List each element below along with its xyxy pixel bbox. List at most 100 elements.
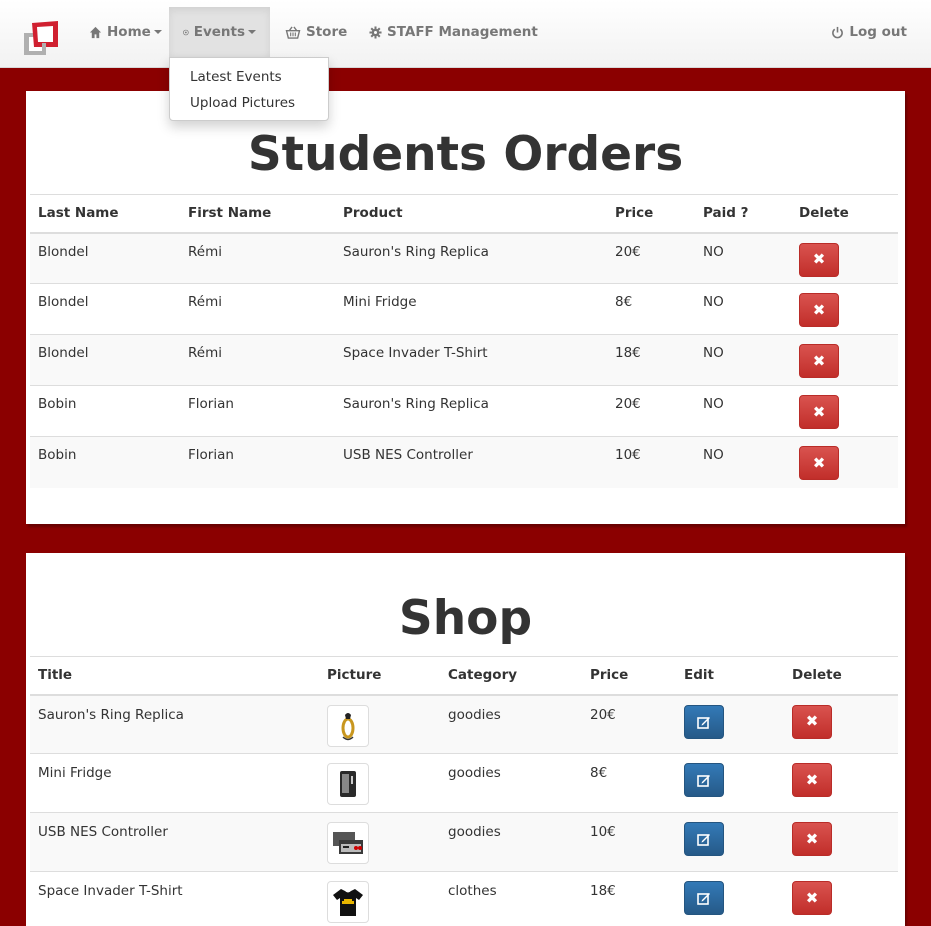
nav-home-label: Home <box>107 24 151 40</box>
shop-table: Title Picture Category Price Edit Delete… <box>30 656 898 926</box>
shop-header-row: Title Picture Category Price Edit Delete <box>30 656 898 696</box>
power-icon <box>832 26 844 38</box>
caret-down-icon <box>153 30 162 34</box>
cell-title: USB NES Controller <box>30 812 319 872</box>
cell-price: 8€ <box>582 753 676 813</box>
tshirt-picture[interactable] <box>327 881 369 923</box>
controller-picture[interactable] <box>327 822 369 864</box>
cell-last-name: Bobin <box>30 385 180 437</box>
edit-icon <box>697 775 710 787</box>
cell-price: 20€ <box>582 694 676 754</box>
edit-icon <box>697 834 710 846</box>
delete-button[interactable]: ✖ <box>792 881 832 915</box>
cell-paid: NO <box>695 334 791 386</box>
delete-button[interactable]: ✖ <box>799 242 839 277</box>
menu-item-upload-pictures[interactable]: Upload Pictures <box>170 90 328 116</box>
table-row: Bobin Florian Sauron's Ring Replica 20€ … <box>30 385 898 437</box>
cell-last-name: Blondel <box>30 334 180 386</box>
cell-edit <box>676 753 784 813</box>
shop-title: Shop <box>398 591 533 646</box>
cell-price: 20€ <box>607 385 695 437</box>
navbar: Home Events Store STAFF Management Log o… <box>0 0 931 68</box>
cell-price: 10€ <box>582 812 676 872</box>
tshirt-image <box>333 889 363 916</box>
close-icon: ✖ <box>812 250 826 268</box>
cell-last-name: Blondel <box>30 232 180 284</box>
edit-button[interactable] <box>684 881 724 915</box>
cell-product: Mini Fridge <box>335 283 607 335</box>
delete-button[interactable]: ✖ <box>799 446 839 480</box>
nav-events[interactable]: Events <box>169 7 270 57</box>
cell-first-name: Rémi <box>180 283 335 335</box>
edit-button[interactable] <box>684 822 724 856</box>
logo[interactable] <box>20 21 60 57</box>
ring-picture[interactable] <box>327 704 369 747</box>
col-header-title[interactable]: Title <box>30 656 319 696</box>
nav-home[interactable]: Home <box>75 7 176 57</box>
cell-picture <box>319 812 440 872</box>
cell-title: Space Invader T-Shirt <box>30 871 319 926</box>
students-orders-panel: Students Orders Last Name First Name Pro… <box>26 91 905 524</box>
delete-button[interactable]: ✖ <box>799 293 839 327</box>
shop-panel: Shop Title Picture Category Price Edit D… <box>26 553 905 926</box>
cell-delete: ✖ <box>784 871 898 926</box>
orders-header-row: Last Name First Name Product Price Paid … <box>30 194 898 234</box>
edit-icon <box>697 893 710 905</box>
cell-last-name: Bobin <box>30 436 180 488</box>
cell-first-name: Florian <box>180 385 335 437</box>
edit-button[interactable] <box>684 704 724 739</box>
col-header-price[interactable]: Price <box>582 656 676 696</box>
col-header-picture[interactable]: Picture <box>319 656 440 696</box>
nav-events-label: Events <box>193 24 245 40</box>
cell-price: 20€ <box>607 232 695 284</box>
cell-paid: NO <box>695 385 791 437</box>
col-header-price[interactable]: Price <box>607 194 695 234</box>
table-row: USB NES Controller goodies 10€ ✖ <box>30 812 898 872</box>
cell-category: clothes <box>440 871 582 926</box>
col-header-last-name[interactable]: Last Name <box>30 194 180 234</box>
delete-button[interactable]: ✖ <box>792 704 832 739</box>
menu-item-latest-events[interactable]: Latest Events <box>170 64 328 90</box>
nav-staff-management[interactable]: STAFF Management <box>355 7 552 57</box>
logout-button[interactable]: Log out <box>817 7 921 57</box>
delete-button[interactable]: ✖ <box>799 344 839 378</box>
cell-delete: ✖ <box>784 753 898 813</box>
cell-delete: ✖ <box>791 385 898 437</box>
fridge-picture[interactable] <box>327 763 369 805</box>
edit-icon <box>697 716 710 729</box>
col-header-delete: Delete <box>791 194 898 234</box>
cell-price: 18€ <box>607 334 695 386</box>
delete-button[interactable]: ✖ <box>799 395 839 429</box>
cell-price: 18€ <box>582 871 676 926</box>
cell-first-name: Florian <box>180 436 335 488</box>
col-header-paid[interactable]: Paid ? <box>695 194 791 234</box>
cell-picture <box>319 871 440 926</box>
logout-label: Log out <box>849 24 907 40</box>
edit-button[interactable] <box>684 763 724 797</box>
delete-button[interactable]: ✖ <box>792 822 832 856</box>
controller-image <box>333 832 363 854</box>
table-row: Bobin Florian USB NES Controller 10€ NO … <box>30 436 898 488</box>
cell-product: USB NES Controller <box>335 436 607 488</box>
soccer-ball-icon <box>183 29 189 35</box>
fridge-image <box>340 771 356 797</box>
cell-paid: NO <box>695 283 791 335</box>
col-header-first-name[interactable]: First Name <box>180 194 335 234</box>
nav-store[interactable]: Store <box>271 7 361 57</box>
col-header-product[interactable]: Product <box>335 194 607 234</box>
cell-title: Mini Fridge <box>30 753 319 813</box>
close-icon: ✖ <box>812 402 826 421</box>
table-row: Sauron's Ring Replica goodies 20€ ✖ <box>30 694 898 754</box>
cell-product: Sauron's Ring Replica <box>335 232 607 284</box>
events-dropdown-menu: Latest Events Upload Pictures <box>169 57 329 121</box>
orders-title: Students Orders <box>247 127 684 182</box>
col-header-category[interactable]: Category <box>440 656 582 696</box>
home-icon <box>89 26 102 38</box>
close-icon: ✖ <box>805 829 819 848</box>
cell-first-name: Rémi <box>180 334 335 386</box>
delete-button[interactable]: ✖ <box>792 763 832 797</box>
table-row: Blondel Rémi Mini Fridge 8€ NO ✖ <box>30 283 898 335</box>
cell-delete: ✖ <box>791 436 898 488</box>
cell-delete: ✖ <box>791 334 898 386</box>
cell-product: Sauron's Ring Replica <box>335 385 607 437</box>
